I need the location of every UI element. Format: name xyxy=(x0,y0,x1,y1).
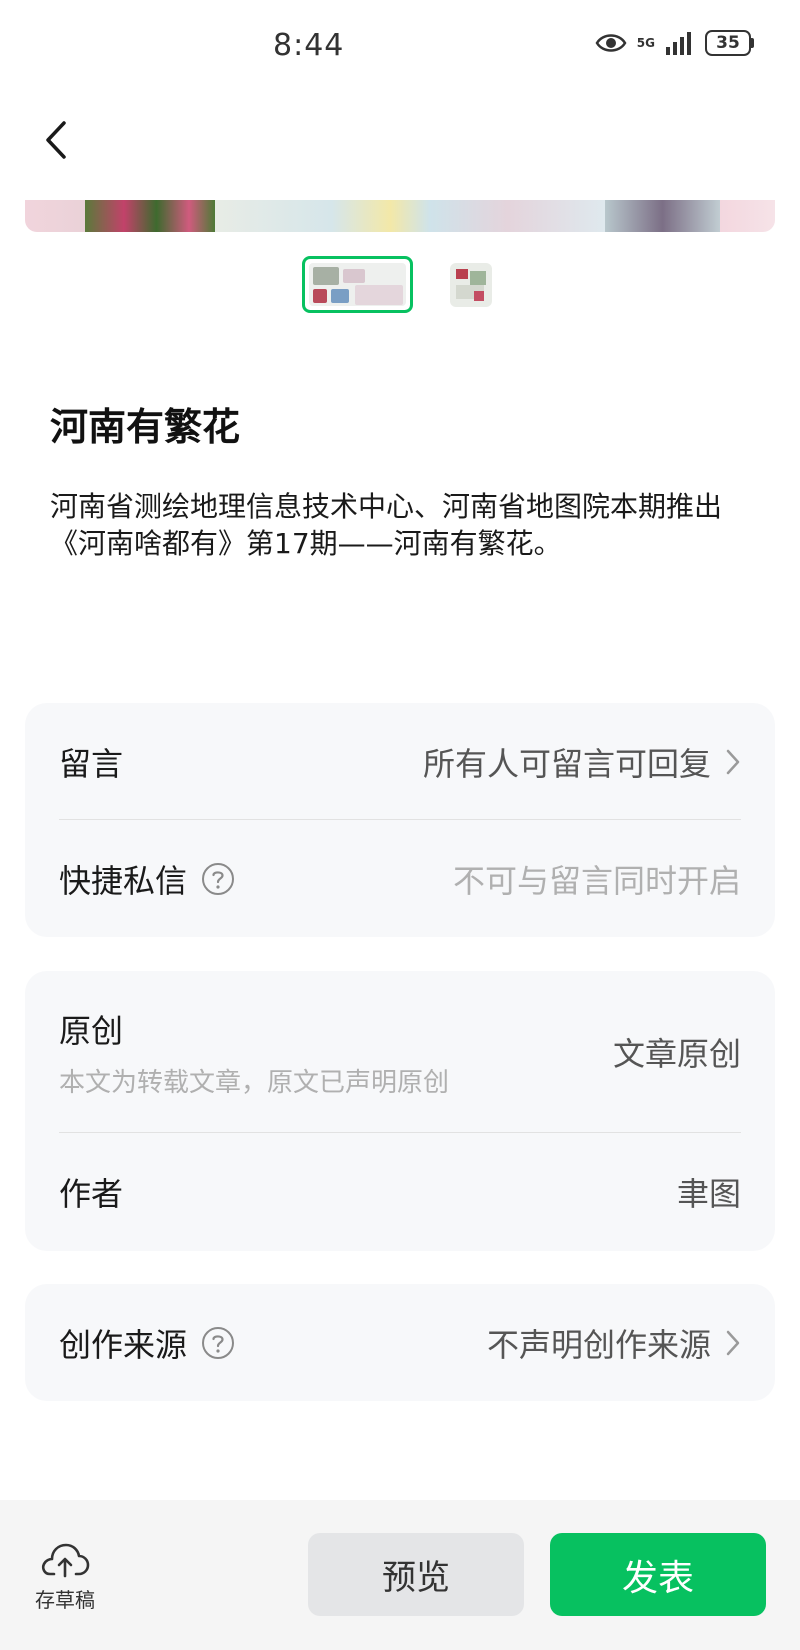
quick-message-setting-row[interactable]: 快捷私信 不可与留言同时开启 xyxy=(25,820,775,937)
cover-image-segment xyxy=(605,200,720,232)
thumb-block xyxy=(456,269,468,279)
original-value: 文章原创 xyxy=(612,1035,741,1073)
settings-card-source: 创作来源 不声明创作来源 xyxy=(25,1284,775,1401)
comment-value-wrap: 所有人可留言可回复 xyxy=(423,739,741,785)
back-button[interactable] xyxy=(36,112,76,168)
image-thumbnails xyxy=(0,256,800,314)
preview-button[interactable]: 预览 xyxy=(308,1533,524,1616)
chevron-left-icon xyxy=(46,121,66,159)
chevron-right-icon xyxy=(726,1330,740,1355)
thumb-block xyxy=(313,267,339,285)
status-icons: 5G 35 xyxy=(595,30,754,56)
settings-card-comments: 留言 所有人可留言可回复 快捷私信 不可与留言同时开启 xyxy=(25,703,775,937)
creation-source-setting-row[interactable]: 创作来源 不声明创作来源 xyxy=(25,1284,775,1401)
article-title[interactable]: 河南有繁花 xyxy=(50,396,240,451)
quick-message-label: 快捷私信 xyxy=(59,861,188,900)
help-icon[interactable] xyxy=(201,862,235,896)
comment-label: 留言 xyxy=(59,744,124,783)
author-label: 作者 xyxy=(59,1175,124,1213)
author-setting-row[interactable]: 作者 聿图 xyxy=(25,1133,775,1251)
signal-icon xyxy=(666,32,691,55)
status-time: 8:44 xyxy=(273,28,345,63)
creation-source-label: 创作来源 xyxy=(59,1325,188,1364)
cover-image-strip[interactable] xyxy=(25,200,775,232)
save-draft-button[interactable]: 存草稿 xyxy=(30,1540,100,1613)
thumb-block xyxy=(355,285,403,305)
article-description[interactable]: 河南省测绘地理信息技术中心、河南省地图院本期推出《河南啥都有》第17期——河南有… xyxy=(50,488,760,562)
status-bar: 8:44 5G 35 xyxy=(0,0,800,95)
creation-source-value-wrap: 不声明创作来源 xyxy=(487,1320,741,1366)
original-sub-label: 本文为转载文章，原文已声明原创 xyxy=(59,1067,450,1098)
original-label: 原创 xyxy=(59,1011,124,1050)
publish-button[interactable]: 发表 xyxy=(550,1533,766,1616)
settings-card-original: 原创 本文为转载文章，原文已声明原创 文章原创 作者 聿图 xyxy=(25,971,775,1251)
thumb-block xyxy=(470,271,486,285)
network-label: 5G xyxy=(636,36,655,50)
thumb-block xyxy=(331,289,349,303)
quick-message-value: 不可与留言同时开启 xyxy=(452,861,741,900)
author-value: 聿图 xyxy=(676,1175,741,1213)
save-draft-label: 存草稿 xyxy=(35,1588,95,1612)
creation-source-label-wrap: 创作来源 xyxy=(59,1320,235,1366)
comment-setting-row[interactable]: 留言 所有人可留言可回复 xyxy=(25,703,775,820)
original-setting-row[interactable]: 原创 本文为转载文章，原文已声明原创 文章原创 xyxy=(25,971,775,1133)
creation-source-value: 不声明创作来源 xyxy=(486,1325,711,1364)
bottom-action-bar: 存草稿 预览 发表 xyxy=(0,1500,800,1650)
battery-level: 35 xyxy=(705,30,751,56)
thumbnail-image xyxy=(309,263,406,306)
eye-icon xyxy=(595,34,627,52)
thumb-block xyxy=(343,269,365,283)
comment-value: 所有人可留言可回复 xyxy=(422,744,711,783)
quick-message-label-wrap: 快捷私信 xyxy=(59,856,235,902)
cloud-upload-icon xyxy=(41,1543,90,1578)
thumb-block xyxy=(313,289,327,303)
cover-image-segment xyxy=(25,200,85,232)
cover-image-segment xyxy=(85,200,215,232)
thumb-block xyxy=(474,291,484,301)
cover-image-segment xyxy=(215,200,605,232)
original-label-block: 原创 本文为转载文章，原文已声明原创 xyxy=(59,1006,449,1099)
help-icon[interactable] xyxy=(201,1326,235,1360)
thumbnail-2[interactable] xyxy=(450,263,492,307)
battery-indicator: 35 xyxy=(705,30,754,56)
chevron-right-icon xyxy=(726,749,740,774)
cover-image-segment xyxy=(720,200,775,232)
thumbnail-selected[interactable] xyxy=(302,256,413,313)
battery-tip xyxy=(751,38,754,48)
